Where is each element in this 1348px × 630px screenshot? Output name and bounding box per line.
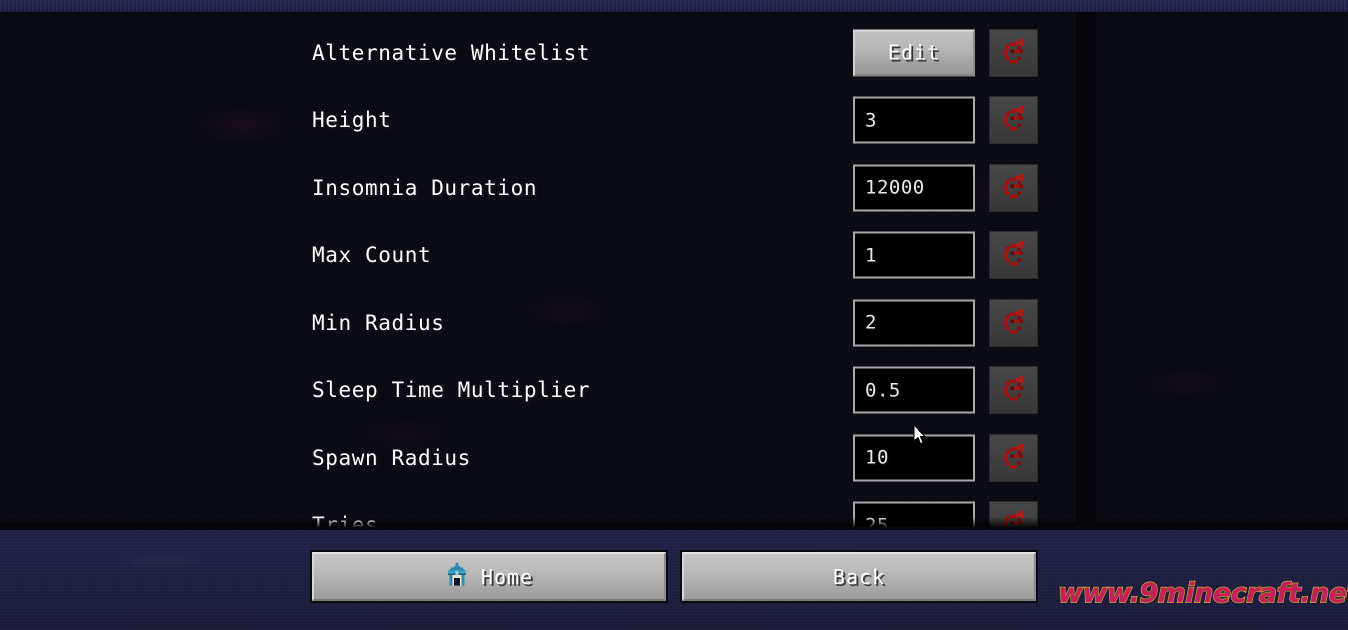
- option-label: Sleep Time Multiplier: [312, 378, 591, 402]
- home-button[interactable]: Home: [310, 550, 668, 603]
- reset-button[interactable]: [989, 366, 1038, 414]
- value-input[interactable]: 1: [853, 231, 975, 279]
- option-list[interactable]: Alternative Whitelist Edit Height 3 Insomn…: [0, 12, 1348, 527]
- value-input[interactable]: 2: [853, 299, 975, 346]
- value-input-text: 12000: [865, 176, 925, 199]
- value-input-text: 0.5: [865, 379, 901, 401]
- option-row: Alternative Whitelist Edit: [0, 19, 1070, 86]
- option-row: Spawn Radius 10: [0, 424, 1070, 491]
- back-button[interactable]: Back: [680, 550, 1038, 603]
- reset-button[interactable]: [989, 28, 1038, 77]
- value-input[interactable]: 12000: [853, 164, 975, 211]
- option-label: Spawn Radius: [312, 445, 471, 470]
- site-watermark: www.9minecraft.net: [1057, 577, 1348, 609]
- value-input-text: 2: [865, 311, 877, 334]
- value-input[interactable]: 10: [853, 434, 975, 481]
- reset-icon: [1003, 511, 1023, 527]
- option-label: Tries: [312, 513, 379, 527]
- minecraft-config-screen: Alternative Whitelist Edit Height 3 Insomn…: [0, 0, 1348, 630]
- edit-button-label: Edit: [887, 40, 941, 65]
- option-row: Tries 25: [0, 492, 1070, 527]
- reset-icon: [1003, 38, 1023, 63]
- option-row: Sleep Time Multiplier 0.5: [0, 357, 1070, 424]
- home-button-label: Home: [480, 564, 534, 589]
- value-input[interactable]: 3: [853, 96, 975, 144]
- option-row: Insomnia Duration 12000: [0, 154, 1070, 221]
- value-input[interactable]: 0.5: [853, 366, 975, 414]
- reset-button[interactable]: [989, 163, 1038, 212]
- reset-button[interactable]: [989, 298, 1038, 347]
- scrollbar-track[interactable]: [1076, 12, 1096, 527]
- option-row: Height 3: [0, 87, 1070, 154]
- option-label: Height: [312, 108, 392, 132]
- reset-button[interactable]: [989, 96, 1038, 144]
- reset-icon: [1003, 376, 1023, 401]
- value-input-text: 1: [865, 244, 877, 266]
- value-input[interactable]: 25: [853, 501, 975, 527]
- reset-button[interactable]: [989, 231, 1038, 279]
- reset-button[interactable]: [989, 433, 1038, 482]
- option-label: Max Count: [312, 243, 432, 267]
- option-label: Min Radius: [312, 310, 445, 335]
- option-row: Max Count 1: [0, 222, 1070, 289]
- reset-icon: [1003, 241, 1023, 266]
- edit-button[interactable]: Edit: [853, 29, 975, 76]
- house-icon: [445, 562, 469, 591]
- reset-icon: [1003, 308, 1023, 333]
- top-border-strip: [0, 0, 1348, 12]
- back-button-label: Back: [832, 564, 886, 589]
- reset-button[interactable]: [989, 501, 1038, 527]
- option-label: Alternative Whitelist: [312, 40, 591, 65]
- value-input-text: 10: [865, 446, 889, 469]
- value-input-text: 3: [865, 109, 877, 131]
- option-label: Insomnia Duration: [312, 175, 538, 200]
- value-input-text: 25: [865, 514, 889, 527]
- option-row: Min Radius 2: [0, 289, 1070, 356]
- reset-icon: [1003, 173, 1023, 198]
- reset-icon: [1003, 106, 1023, 131]
- reset-icon: [1003, 443, 1023, 468]
